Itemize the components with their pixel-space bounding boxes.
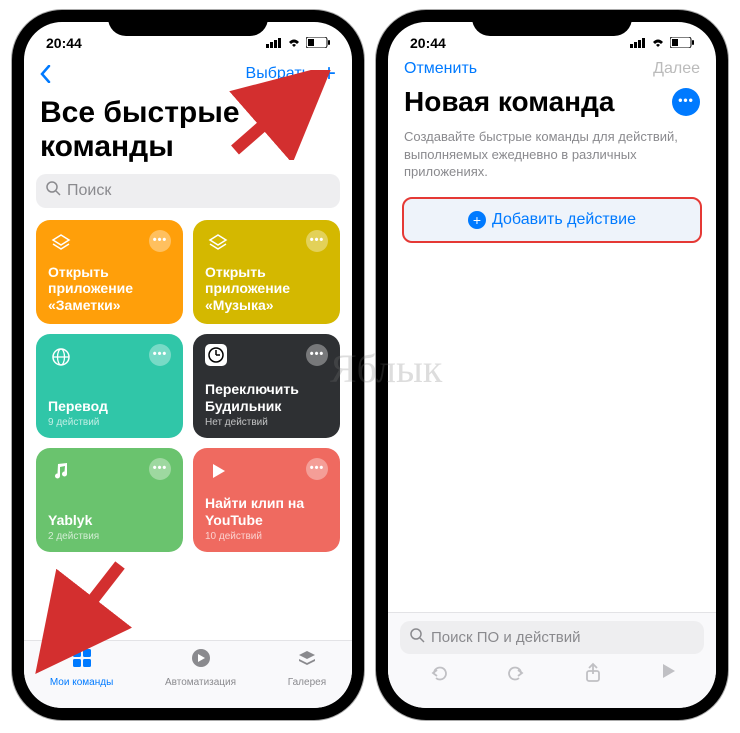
shortcut-card[interactable]: ••• Перевод9 действий	[36, 334, 183, 438]
undo-icon[interactable]	[428, 662, 450, 690]
play-icon	[205, 458, 231, 484]
card-more-icon[interactable]: •••	[306, 230, 328, 252]
signal-icon	[266, 35, 282, 51]
tab-automation[interactable]: Автоматизация	[165, 647, 236, 688]
next-button[interactable]: Далее	[653, 60, 700, 78]
share-icon[interactable]	[582, 662, 604, 690]
status-time: 20:44	[410, 35, 446, 51]
page-title: Новая команда	[404, 86, 614, 118]
clock-icon	[205, 344, 227, 366]
more-options-button[interactable]: •••	[672, 88, 700, 116]
signal-icon	[630, 35, 646, 51]
layers-icon	[205, 230, 231, 256]
shortcut-card[interactable]: ••• Открыть приложение «Заметки»	[36, 220, 183, 324]
battery-icon	[670, 35, 694, 51]
globe-icon	[48, 344, 74, 370]
search-icon	[46, 181, 61, 201]
card-more-icon[interactable]: •••	[306, 458, 328, 480]
notch	[472, 10, 632, 36]
tab-gallery[interactable]: Галерея	[288, 647, 326, 688]
battery-icon	[306, 35, 330, 51]
shortcut-card[interactable]: ••• Yablyk2 действия	[36, 448, 183, 552]
status-time: 20:44	[46, 35, 82, 51]
search-icon	[410, 628, 425, 647]
gallery-icon	[296, 647, 318, 675]
notch	[108, 10, 268, 36]
nav-bar: Отменить Далее	[388, 56, 716, 84]
shortcut-card[interactable]: ••• Найти клип на YouTube10 действий	[193, 448, 340, 552]
search-placeholder: Поиск	[67, 182, 111, 200]
wifi-icon	[286, 35, 302, 51]
shortcut-card[interactable]: ••• Переключить БудильникНет действий	[193, 334, 340, 438]
back-button[interactable]	[40, 65, 51, 83]
card-more-icon[interactable]: •••	[306, 344, 328, 366]
description-text: Создавайте быстрые команды для действий,…	[388, 128, 716, 197]
search-actions-input[interactable]: Поиск ПО и действий	[400, 621, 704, 654]
card-more-icon[interactable]: •••	[149, 230, 171, 252]
phone-right: 20:44 Отменить Далее Новая команда ••• С…	[376, 10, 728, 720]
layers-icon	[48, 230, 74, 256]
play-icon[interactable]	[659, 662, 677, 690]
plus-circle-icon: +	[468, 211, 486, 229]
annotation-arrow	[30, 555, 140, 675]
wifi-icon	[650, 35, 666, 51]
search-input[interactable]: Поиск	[36, 174, 340, 208]
search-placeholder: Поиск ПО и действий	[431, 629, 580, 646]
music-note-icon	[48, 458, 74, 484]
card-more-icon[interactable]: •••	[149, 458, 171, 480]
automation-icon	[190, 647, 212, 675]
annotation-arrow	[225, 70, 335, 160]
add-action-button[interactable]: + Добавить действие	[402, 197, 702, 243]
cancel-button[interactable]: Отменить	[404, 60, 477, 78]
shortcut-card[interactable]: ••• Открыть приложение «Музыка»	[193, 220, 340, 324]
redo-icon[interactable]	[505, 662, 527, 690]
card-more-icon[interactable]: •••	[149, 344, 171, 366]
